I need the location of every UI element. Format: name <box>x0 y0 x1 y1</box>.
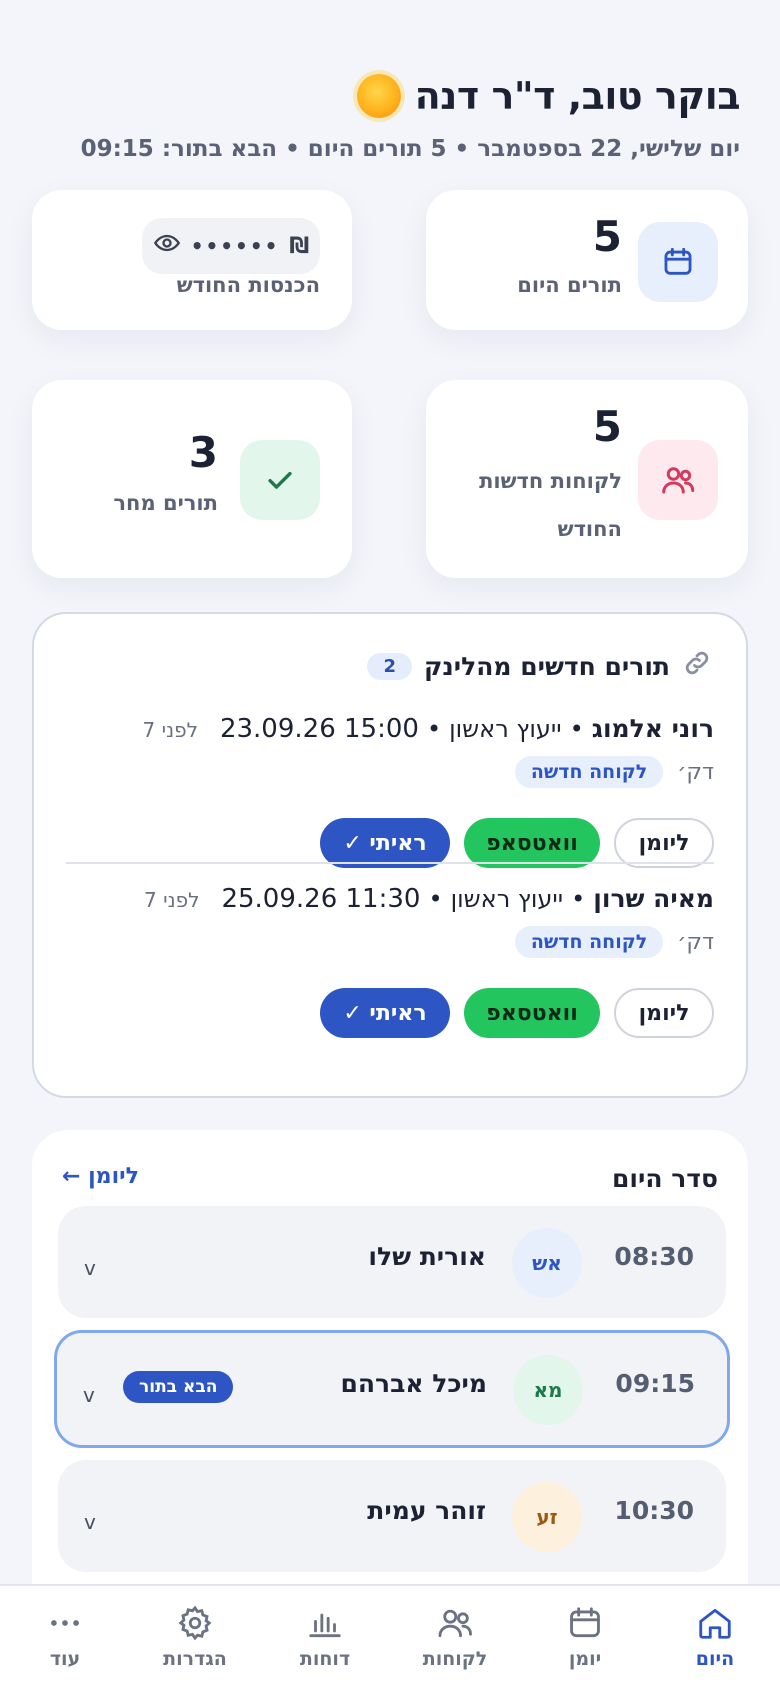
home-icon <box>699 1608 731 1639</box>
chevron-down-icon[interactable]: v <box>84 1256 96 1280</box>
appointment-time: 08:30 <box>614 1242 694 1271</box>
nav-label: עוד <box>49 1648 81 1670</box>
time-ago-unit: דק׳ <box>677 929 714 955</box>
nav-label: דוחות <box>299 1648 351 1670</box>
more-icon <box>51 1620 79 1626</box>
nav-label: לקוחות <box>422 1648 488 1670</box>
chevron-down-icon[interactable]: v <box>83 1383 95 1407</box>
add-to-calendar-button[interactable]: ליומן <box>614 988 714 1038</box>
nav-more[interactable]: עוד <box>0 1604 130 1670</box>
client-name: רוני אלמוג <box>591 714 714 743</box>
go-to-calendar-link[interactable]: ליומן ← <box>62 1164 139 1189</box>
stat-label-line2: החודש <box>557 517 622 541</box>
schedule-title: סדר היום <box>612 1164 718 1193</box>
calendar-icon <box>570 1607 600 1638</box>
service-name: ייעוץ ראשון <box>449 715 562 743</box>
greeting-title: בוקר טוב, ד"ר דנה <box>414 74 741 118</box>
stat-label: תורים היום <box>517 273 622 297</box>
new-client-badge: לקוחה חדשה <box>514 756 664 788</box>
avatar: זע <box>512 1482 582 1552</box>
new-client-badge: לקוחה חדשה <box>514 926 664 958</box>
nav-label: הגדרות <box>163 1648 227 1670</box>
mark-seen-button[interactable]: ראיתי ✓ <box>320 988 450 1038</box>
users-icon <box>438 1609 472 1638</box>
link-appointment-item: רוני אלמוג • ייעוץ ראשון • 23.09.26 15:0… <box>64 670 714 788</box>
nav-calendar[interactable]: יומן <box>520 1604 650 1670</box>
time-ago-unit: דק׳ <box>677 759 714 785</box>
check-icon <box>240 440 320 520</box>
separator: • <box>426 715 442 743</box>
appointment-meta: דק׳ לקוחה חדשה <box>64 756 714 788</box>
calendar-icon <box>638 222 718 302</box>
service-name: ייעוץ ראשון <box>450 885 564 913</box>
stat-value: 3 <box>188 428 218 477</box>
date-summary: יום שלישי, 22 בספטמבר • 5 תורים היום • ה… <box>80 136 740 162</box>
currency-symbol: ₪ <box>289 233 310 259</box>
nav-today[interactable]: היום <box>650 1604 780 1670</box>
stat-card-today[interactable]: 5 תורים היום <box>426 190 748 330</box>
time-ago: לפני 7 <box>142 718 198 742</box>
stat-card-tomorrow[interactable]: 3 תורים מחר <box>32 380 352 578</box>
nav-settings[interactable]: הגדרות <box>130 1604 260 1670</box>
appointment-time: 09:15 <box>615 1369 695 1398</box>
chevron-down-icon[interactable]: v <box>84 1510 96 1534</box>
sun-icon <box>356 74 401 118</box>
nav-label: היום <box>695 1648 735 1670</box>
users-icon <box>638 440 718 520</box>
schedule-row-next[interactable]: 09:15 מא מיכל אברהם הבא בתור v <box>54 1330 730 1448</box>
appointment-meta: דק׳ לקוחה חדשה <box>64 926 714 958</box>
appointment-summary: רוני אלמוג • ייעוץ ראשון • 23.09.26 15:0… <box>64 714 714 744</box>
client-name: מיכל אברהם <box>340 1369 487 1398</box>
schedule-row[interactable]: 08:30 אש אורית שלו v <box>58 1206 726 1318</box>
link-appointments-card: תורים חדשים מהלינק 2 רוני אלמוג • ייעוץ … <box>32 612 748 1098</box>
schedule-row[interactable]: 10:30 זע זוהר עמית v <box>58 1460 726 1572</box>
income-masked-value: •••••• <box>190 234 280 258</box>
eye-icon <box>153 229 181 263</box>
separator: • <box>571 885 586 913</box>
separator: • <box>569 715 584 743</box>
nav-reports[interactable]: דוחות <box>260 1604 390 1670</box>
dashboard-page: בוקר טוב, ד"ר דנה יום שלישי, 22 בספטמבר … <box>0 0 780 1688</box>
avatar: אש <box>512 1228 582 1298</box>
stat-card-income[interactable]: ₪ •••••• הכנסות החודש <box>32 190 352 330</box>
appointment-datetime: 25.09.26 11:30 <box>221 884 421 914</box>
stat-label: תורים מחר <box>113 491 218 515</box>
nav-clients[interactable]: לקוחות <box>390 1604 520 1670</box>
stat-label: הכנסות החודש <box>176 273 320 297</box>
next-up-badge: הבא בתור <box>123 1371 234 1403</box>
appointment-actions: ליומן וואטסאפ ראיתי ✓ <box>320 988 714 1038</box>
stat-label-line1: לקוחות חדשות <box>479 469 622 493</box>
stat-card-new-clients[interactable]: 5 לקוחות חדשות החודש <box>426 380 748 578</box>
link-appointment-item: מאיה שרון • ייעוץ ראשון • 25.09.26 11:30… <box>64 840 714 958</box>
time-ago: לפני 7 <box>144 888 200 912</box>
whatsapp-button[interactable]: וואטסאפ <box>464 988 600 1038</box>
appointment-time: 10:30 <box>614 1496 694 1525</box>
appointment-summary: מאיה שרון • ייעוץ ראשון • 25.09.26 11:30… <box>64 884 714 914</box>
stat-value: 5 <box>592 212 622 261</box>
client-name: זוהר עמית <box>367 1496 486 1525</box>
appointment-datetime: 23.09.26 15:00 <box>219 714 419 744</box>
client-name: אורית שלו <box>368 1242 486 1271</box>
gear-icon <box>178 1605 212 1641</box>
avatar: מא <box>513 1355 583 1425</box>
bottom-nav: היום יומן לקוחות דוחות הגדרות עוד <box>0 1584 780 1688</box>
nav-label: יומן <box>568 1648 602 1670</box>
client-name: מאיה שרון <box>593 884 714 913</box>
stat-value: 5 <box>592 402 622 451</box>
separator: • <box>428 885 443 913</box>
greeting: בוקר טוב, ד"ר דנה <box>356 74 741 118</box>
bar-chart-icon <box>309 1613 341 1638</box>
